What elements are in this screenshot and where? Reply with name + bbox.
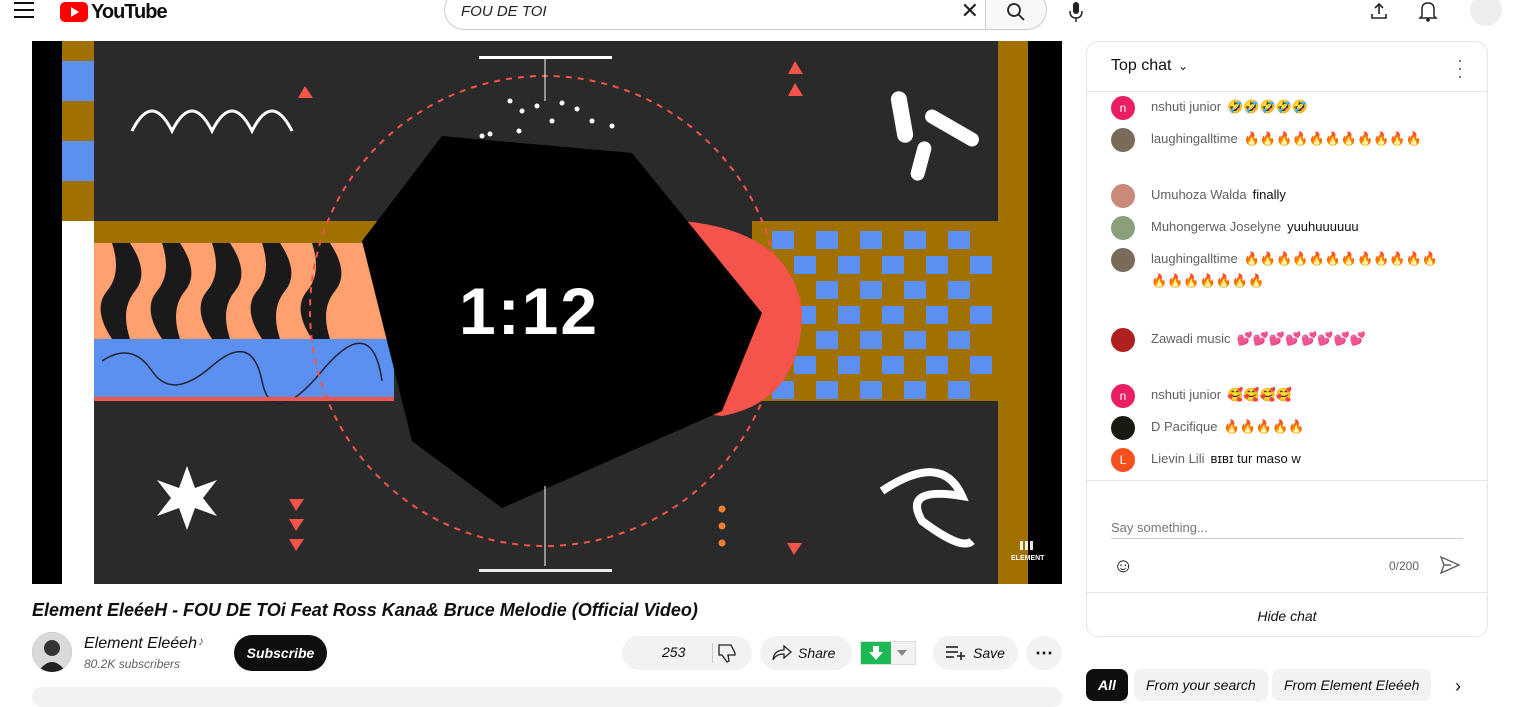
- chevron-down-icon[interactable]: [897, 650, 907, 656]
- like-count: 253: [662, 644, 686, 660]
- chat-avatar: L: [1111, 448, 1135, 472]
- account-avatar[interactable]: [1470, 0, 1502, 26]
- more-actions-button[interactable]: ⋯: [1026, 636, 1062, 670]
- chat-author[interactable]: Lievin Lili: [1151, 451, 1204, 466]
- chevron-right-icon[interactable]: ›: [1455, 676, 1461, 697]
- chat-header: Top chat ⌄ · · ·: [1087, 42, 1487, 92]
- send-icon[interactable]: [1439, 555, 1461, 575]
- chat-avatar: [1111, 248, 1135, 272]
- youtube-logo[interactable]: YouTube: [60, 0, 168, 24]
- chat-message: Umuhoza Walda finally: [1111, 184, 1447, 208]
- save-label: Save: [973, 645, 1005, 661]
- chat-author[interactable]: Muhongerwa Joselyne: [1151, 219, 1281, 234]
- chat-message: laughingalltime 🔥🔥🔥🔥🔥🔥🔥🔥🔥🔥🔥: [1111, 128, 1447, 152]
- channel-watermark: ELEMENT: [1011, 555, 1045, 562]
- live-chat-panel: Top chat ⌄ · · · n nshuti junior 🤣🤣🤣🤣🤣 laug…: [1086, 41, 1488, 637]
- like-divider: [712, 643, 713, 663]
- chat-author[interactable]: nshuti junior: [1151, 99, 1221, 114]
- chat-input-area: ☺ 0/200: [1087, 480, 1487, 592]
- video-time-overlay: 1:12: [459, 274, 600, 348]
- chat-avatar: n: [1111, 384, 1135, 408]
- chat-text: 🔥🔥🔥🔥🔥🔥🔥🔥🔥🔥🔥: [1243, 131, 1422, 146]
- chip-all[interactable]: All: [1086, 669, 1128, 701]
- download-icon: [861, 642, 891, 664]
- search-box[interactable]: FOU DE TOI ✕: [444, 0, 985, 30]
- playlist-add-icon: [946, 646, 965, 660]
- download-button[interactable]: [860, 641, 916, 665]
- share-icon: [772, 644, 792, 661]
- chat-message: laughingalltime 🔥🔥🔥🔥🔥🔥🔥🔥🔥🔥🔥🔥🔥🔥🔥🔥🔥🔥🔥: [1111, 248, 1447, 292]
- chat-text: 💕💕💕💕💕💕💕💕: [1236, 331, 1366, 346]
- search-icon: [1007, 3, 1025, 21]
- chat-messages-list: n nshuti junior 🤣🤣🤣🤣🤣 laughingalltime 🔥🔥🔥🔥…: [1087, 92, 1487, 480]
- music-note-icon: ♪: [198, 634, 204, 648]
- chat-message: Muhongerwa Joselyne yuuhuuuuuu: [1111, 216, 1447, 240]
- save-button[interactable]: Save: [933, 636, 1018, 670]
- chat-author[interactable]: D Pacifique: [1151, 419, 1217, 434]
- chevron-down-icon: ⌄: [1177, 59, 1188, 73]
- upload-icon[interactable]: [1370, 2, 1388, 20]
- chat-text: 🔥🔥🔥🔥🔥: [1223, 419, 1305, 434]
- emoji-icon[interactable]: ☺: [1113, 555, 1133, 578]
- chat-avatar: [1111, 328, 1135, 352]
- hide-chat-button[interactable]: Hide chat: [1087, 592, 1487, 636]
- chip-from-your-search[interactable]: From your search: [1134, 669, 1268, 701]
- subscribe-button[interactable]: Subscribe: [234, 635, 327, 671]
- chat-author[interactable]: nshuti junior: [1151, 387, 1221, 402]
- chat-message: n nshuti junior 🤣🤣🤣🤣🤣: [1111, 96, 1447, 120]
- chat-message: n nshuti junior 🥰🥰🥰🥰: [1111, 384, 1447, 408]
- youtube-play-icon: [60, 2, 88, 22]
- subscriber-count: 80.2K subscribers: [84, 657, 181, 671]
- chat-author[interactable]: Umuhoza Walda: [1151, 187, 1247, 202]
- channel-avatar-image: [32, 632, 72, 672]
- chat-avatar: [1111, 216, 1135, 240]
- chat-avatar: [1111, 184, 1135, 208]
- more-icon: ⋯: [1035, 642, 1053, 663]
- video-player[interactable]: 1:12 ELEMENT: [32, 41, 1062, 584]
- chat-avatar: n: [1111, 96, 1135, 120]
- logo-text: YouTube: [91, 0, 168, 23]
- chat-message: Zawadi music 💕💕💕💕💕💕💕💕: [1111, 328, 1447, 352]
- chat-avatar: [1111, 416, 1135, 440]
- chat-text: ʙɪʙɪ tur maso w: [1210, 451, 1301, 466]
- chat-text: 🤣🤣🤣🤣🤣: [1227, 99, 1309, 114]
- chat-menu-icon[interactable]: · · ·: [1457, 51, 1463, 85]
- chat-message-input[interactable]: [1111, 517, 1463, 539]
- menu-icon[interactable]: [14, 2, 34, 18]
- chat-message: D Pacifique 🔥🔥🔥🔥🔥: [1111, 416, 1447, 440]
- chat-text: 🥰🥰🥰🥰: [1227, 387, 1292, 402]
- chip-from-channel[interactable]: From Element Eleéeh: [1272, 669, 1432, 701]
- chat-author[interactable]: laughingalltime: [1151, 251, 1238, 266]
- chat-author[interactable]: Zawadi music: [1151, 331, 1230, 346]
- search-button[interactable]: [985, 0, 1047, 30]
- share-label: Share: [798, 645, 836, 661]
- chat-mode-dropdown[interactable]: Top chat ⌄: [1111, 57, 1188, 75]
- like-button[interactable]: 253: [622, 636, 752, 670]
- channel-avatar[interactable]: [32, 632, 72, 672]
- clear-search-icon[interactable]: ✕: [961, 0, 979, 22]
- mic-icon[interactable]: [1068, 2, 1084, 24]
- search-input[interactable]: FOU DE TOI: [461, 3, 547, 20]
- masthead: YouTube FOU DE TOI ✕: [0, 0, 1537, 30]
- chat-mode-label: Top chat: [1111, 57, 1172, 74]
- char-counter: 0/200: [1389, 559, 1420, 573]
- video-title: Element EleéeH - FOU DE TOi Feat Ross Ka…: [32, 600, 698, 620]
- chat-text: finally: [1252, 187, 1286, 202]
- share-button[interactable]: Share: [760, 636, 852, 670]
- dislike-icon[interactable]: [715, 641, 739, 665]
- notifications-bell-icon[interactable]: [1418, 0, 1438, 22]
- channel-name[interactable]: Element Eleéeh: [84, 635, 197, 653]
- chat-avatar: [1111, 128, 1135, 152]
- chat-text: yuuhuuuuuu: [1287, 219, 1359, 234]
- chat-message: L Lievin Lili ʙɪʙɪ tur maso w: [1111, 448, 1447, 472]
- chat-author[interactable]: laughingalltime: [1151, 131, 1238, 146]
- description-box[interactable]: [32, 687, 1062, 707]
